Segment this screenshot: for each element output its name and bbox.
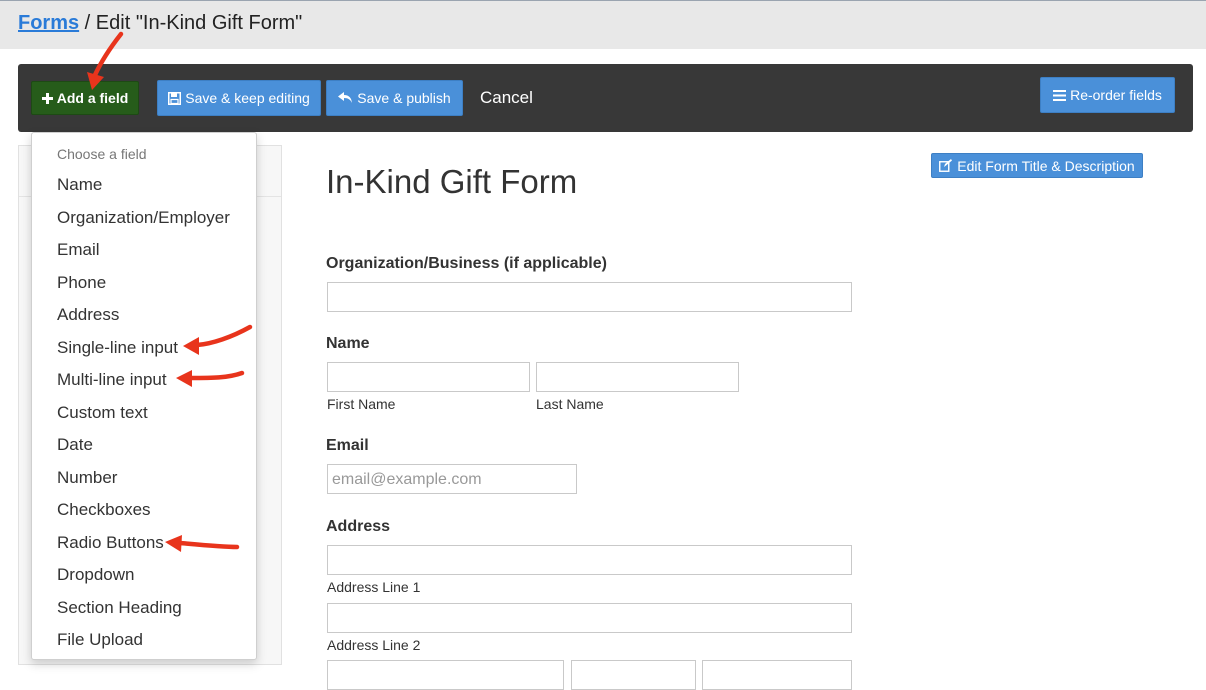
name-label: Name [326, 335, 370, 352]
address-line1-sublabel: Address Line 1 [327, 579, 421, 595]
add-field-dropdown-menu: Choose a field Name Organization/Employe… [31, 132, 257, 660]
menu-item-radio-buttons[interactable]: Radio Buttons [57, 532, 230, 565]
address-line1-input[interactable] [327, 545, 852, 575]
menu-item-organization-employer[interactable]: Organization/Employer [57, 207, 230, 240]
menu-item-phone[interactable]: Phone [57, 272, 230, 305]
organization-input[interactable] [327, 282, 852, 312]
address-label: Address [326, 518, 391, 535]
menu-item-email[interactable]: Email [57, 239, 230, 272]
save-publish-label: Save & publish [357, 90, 451, 106]
menu-item-checkboxes[interactable]: Checkboxes [57, 499, 230, 532]
save-keep-editing-button[interactable]: Save & keep editing [157, 80, 321, 116]
add-field-button[interactable]: Add a field [31, 81, 139, 115]
add-field-label: Add a field [56, 90, 129, 106]
state-input[interactable] [571, 660, 696, 690]
address-line2-input[interactable] [327, 603, 852, 633]
zip-input[interactable] [702, 660, 852, 690]
breadcrumb-current: / Edit "In-Kind Gift Form" [79, 12, 303, 34]
menu-item-single-line-input[interactable]: Single-line input [57, 337, 230, 370]
menu-item-name[interactable]: Name [57, 174, 230, 207]
save-icon [168, 91, 182, 105]
edit-form-title-button[interactable]: Edit Form Title & Description [931, 153, 1143, 178]
last-name-input[interactable] [536, 362, 739, 392]
save-keep-editing-label: Save & keep editing [185, 90, 310, 106]
dropdown-list: Name Organization/Employer Email Phone A… [57, 174, 230, 662]
plus-icon [41, 92, 53, 104]
first-name-input[interactable] [327, 362, 530, 392]
undo-icon [338, 92, 353, 103]
menu-item-multi-line-input[interactable]: Multi-line input [57, 369, 230, 402]
breadcrumb-forms-link[interactable]: Forms [18, 12, 79, 34]
organization-label: Organization/Business (if applicable) [326, 255, 607, 272]
reorder-fields-button[interactable]: Re-order fields [1040, 77, 1175, 113]
cancel-button[interactable]: Cancel [480, 88, 533, 108]
toolbar: Add a field Save & keep editing Save & p… [18, 64, 1193, 132]
email-placeholder: email@example.com [332, 471, 482, 488]
menu-item-number[interactable]: Number [57, 467, 230, 500]
first-name-sublabel: First Name [327, 396, 396, 412]
edit-form-title-label: Edit Form Title & Description [957, 157, 1135, 174]
address-line2-sublabel: Address Line 2 [327, 637, 421, 653]
menu-item-section-heading[interactable]: Section Heading [57, 597, 230, 630]
city-input[interactable] [327, 660, 564, 690]
menu-item-date[interactable]: Date [57, 434, 230, 467]
reorder-fields-label: Re-order fields [1070, 87, 1162, 103]
menu-item-dropdown[interactable]: Dropdown [57, 564, 230, 597]
breadcrumb: Forms / Edit "In-Kind Gift Form" [18, 12, 302, 35]
email-input[interactable]: email@example.com [327, 464, 577, 494]
top-bar: Forms / Edit "In-Kind Gift Form" [0, 0, 1206, 49]
dropdown-header: Choose a field [57, 146, 147, 162]
menu-item-custom-text[interactable]: Custom text [57, 402, 230, 435]
list-icon [1053, 89, 1067, 101]
save-publish-button[interactable]: Save & publish [326, 80, 463, 116]
menu-item-address[interactable]: Address [57, 304, 230, 337]
last-name-sublabel: Last Name [536, 396, 604, 412]
menu-item-file-upload[interactable]: File Upload [57, 629, 230, 662]
edit-icon [939, 159, 953, 172]
email-label: Email [326, 437, 369, 454]
form-title: In-Kind Gift Form [326, 163, 578, 200]
